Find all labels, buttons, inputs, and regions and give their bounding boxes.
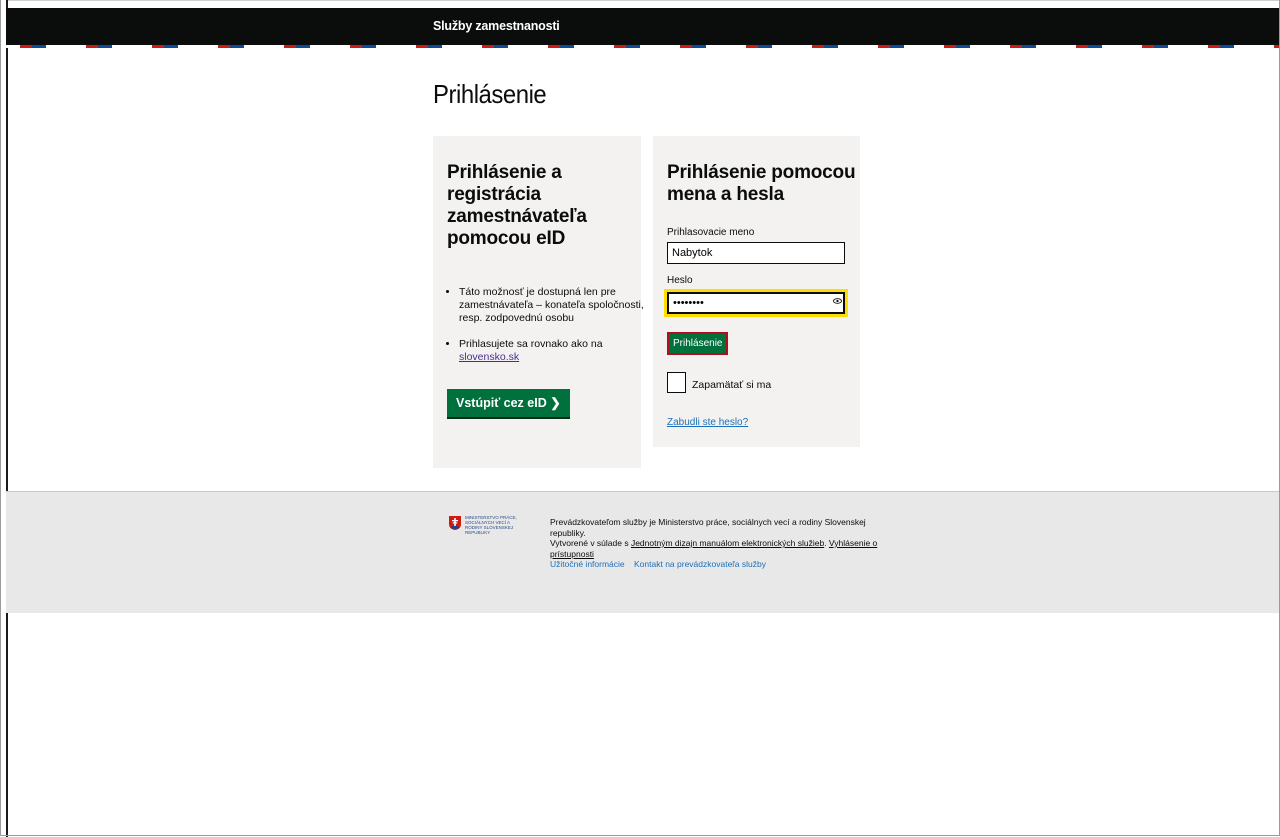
- slovak-coat-of-arms-icon: [449, 516, 461, 530]
- eid-note-prefix: Prihlasujete sa rovnako ako na: [459, 338, 603, 350]
- footer-operator-text: Prevádzkovateľom služby je Ministerstvo …: [550, 517, 866, 538]
- footer-links: Užitočné informácie Kontakt na prevádzko…: [550, 559, 773, 569]
- footer-link-useful-info[interactable]: Užitočné informácie: [550, 559, 625, 569]
- password-login-panel: Prihlásenie pomocou mena a hesla Prihlas…: [653, 136, 860, 447]
- login-panel-heading: Prihlásenie pomocou mena a hesla: [667, 162, 856, 205]
- forgot-password-link[interactable]: Zabudli ste heslo?: [667, 417, 748, 428]
- header-flag-stripe: [6, 45, 1280, 48]
- eid-note-availability: Táto možnosť je dostupná len pre zamestn…: [459, 286, 644, 325]
- site-footer: Ministerstvo práce, sociálnych vecí a ro…: [6, 491, 1280, 613]
- eid-note-same-as: Prihlasujete sa rovnako ako na slovensko…: [459, 338, 644, 364]
- site-header: Služby zamestnanosti: [6, 8, 1280, 45]
- window-edge: [0, 0, 8, 837]
- eid-panel-heading: Prihlásenie a registrácia zamestnávateľa…: [447, 162, 587, 249]
- remember-me-checkbox[interactable]: [667, 372, 686, 393]
- eid-login-button[interactable]: Vstúpiť cez eID ❯: [447, 389, 570, 417]
- username-label: Prihlasovacie meno: [667, 227, 755, 238]
- footer-link-contact[interactable]: Kontakt na prevádzkovateľa služby: [634, 559, 766, 569]
- ministry-logo: Ministerstvo práce, sociálnych vecí a ro…: [449, 515, 529, 543]
- show-password-eye-icon[interactable]: [833, 298, 842, 304]
- ministry-logo-text: Ministerstvo práce, sociálnych vecí a ro…: [465, 515, 517, 535]
- eid-notes-list: Táto možnosť je dostupná len pre zamestn…: [447, 286, 644, 377]
- eid-login-panel: Prihlásenie a registrácia zamestnávateľa…: [433, 136, 644, 468]
- page-title: Prihlásenie: [433, 79, 547, 109]
- username-input[interactable]: [667, 242, 845, 264]
- design-manual-link[interactable]: Jednotným dizajn manuálom elektronických…: [631, 538, 824, 548]
- footer-info-text: Prevádzkovateľom služby je Ministerstvo …: [550, 517, 878, 559]
- footer-created-prefix: Vytvorené v súlade s: [550, 538, 631, 548]
- password-label: Heslo: [667, 275, 693, 286]
- password-input[interactable]: [667, 292, 845, 314]
- header-service-title[interactable]: Služby zamestnanosti: [433, 19, 560, 33]
- login-submit-button[interactable]: Prihlásenie: [667, 332, 729, 355]
- slovensko-sk-link[interactable]: slovensko.sk: [459, 351, 519, 363]
- remember-me-label[interactable]: Zapamätať si ma: [692, 379, 771, 391]
